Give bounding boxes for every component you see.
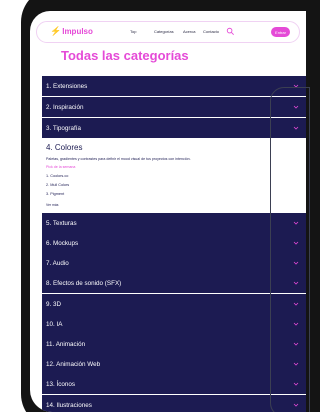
- category-expanded-colores: 4. Colores Paletas, gradientes y contras…: [42, 139, 306, 211]
- chevron-down-icon: [293, 302, 299, 306]
- category-row[interactable]: 11. Animación: [42, 334, 306, 354]
- chevron-down-icon: [293, 382, 299, 386]
- category-row[interactable]: 2. Inspiración: [42, 97, 306, 117]
- resource-item[interactable]: 2. Mull Colors: [46, 183, 69, 187]
- login-button[interactable]: Entrar: [271, 27, 290, 37]
- chevron-down-icon: [293, 322, 299, 326]
- nav-link-top[interactable]: Top: [130, 29, 136, 34]
- resource-item[interactable]: 1. Coolors.co: [46, 174, 68, 178]
- category-row[interactable]: 3. Tipografía: [42, 118, 306, 138]
- nav-link-categorias[interactable]: Categorías: [154, 29, 174, 34]
- logo-icon: ⚡: [50, 26, 62, 36]
- category-row[interactable]: 14. Ilustraciones: [42, 395, 306, 412]
- category-label: 6. Mockups: [46, 239, 79, 247]
- chevron-down-icon: [293, 84, 299, 88]
- chevron-down-icon: [293, 281, 299, 285]
- category-title-colores[interactable]: 4. Colores: [46, 143, 82, 152]
- page-title: Todas las categorías: [61, 48, 189, 63]
- category-row[interactable]: 6. Mockups: [42, 233, 306, 253]
- category-label: 12. Animación Web: [46, 360, 101, 368]
- top-navbar: ⚡ Impulso Top Categorías Acerca Contacto…: [36, 21, 300, 43]
- category-label: 1. Extensiones: [46, 82, 88, 90]
- tablet-screen: ⚡ Impulso Top Categorías Acerca Contacto…: [30, 11, 306, 412]
- category-label: 3. Tipografía: [46, 124, 82, 132]
- category-label: 14. Ilustraciones: [46, 401, 92, 409]
- category-row[interactable]: 5. Texturas: [42, 213, 306, 233]
- category-label: 7. Audio: [46, 259, 69, 267]
- resource-item[interactable]: 3. Pigment: [46, 192, 64, 196]
- category-label: 8. Efectos de sonido (SFX): [46, 279, 122, 287]
- chevron-down-icon: [293, 362, 299, 366]
- category-label: 5. Texturas: [46, 219, 77, 227]
- chevron-down-icon: [293, 105, 299, 109]
- category-label: 2. Inspiración: [46, 103, 84, 111]
- chevron-down-icon: [293, 261, 299, 265]
- chevron-down-icon: [293, 221, 299, 225]
- category-description: Paletas, gradientes y contrastes para de…: [46, 157, 191, 161]
- category-label: 9. 3D: [46, 300, 62, 308]
- chevron-down-icon: [293, 241, 299, 245]
- category-row[interactable]: 13. Íconos: [42, 374, 306, 394]
- logo[interactable]: ⚡ Impulso: [50, 26, 93, 37]
- category-label: 11. Animación: [46, 340, 86, 348]
- chevron-down-icon: [293, 126, 299, 130]
- category-row[interactable]: 10. IA: [42, 314, 306, 334]
- see-more-link[interactable]: Ver más: [46, 203, 58, 207]
- category-label: 13. Íconos: [46, 380, 76, 388]
- login-button-label: Entrar: [275, 29, 286, 35]
- category-label: 10. IA: [46, 320, 63, 328]
- category-row[interactable]: 7. Audio: [42, 253, 306, 273]
- category-row[interactable]: 12. Animación Web: [42, 354, 306, 374]
- chevron-down-icon: [293, 342, 299, 346]
- nav-link-contacto[interactable]: Contacto: [203, 29, 219, 34]
- category-row[interactable]: 8. Efectos de sonido (SFX): [42, 273, 306, 293]
- pick-of-week-link[interactable]: Pick de la semana: [46, 165, 75, 169]
- category-row[interactable]: 9. 3D: [42, 294, 306, 314]
- search-icon[interactable]: [226, 27, 235, 36]
- chevron-down-icon: [293, 403, 299, 407]
- logo-text: Impulso: [62, 27, 93, 36]
- category-row[interactable]: 1. Extensiones: [42, 76, 306, 96]
- nav-link-acerca[interactable]: Acerca: [183, 29, 195, 34]
